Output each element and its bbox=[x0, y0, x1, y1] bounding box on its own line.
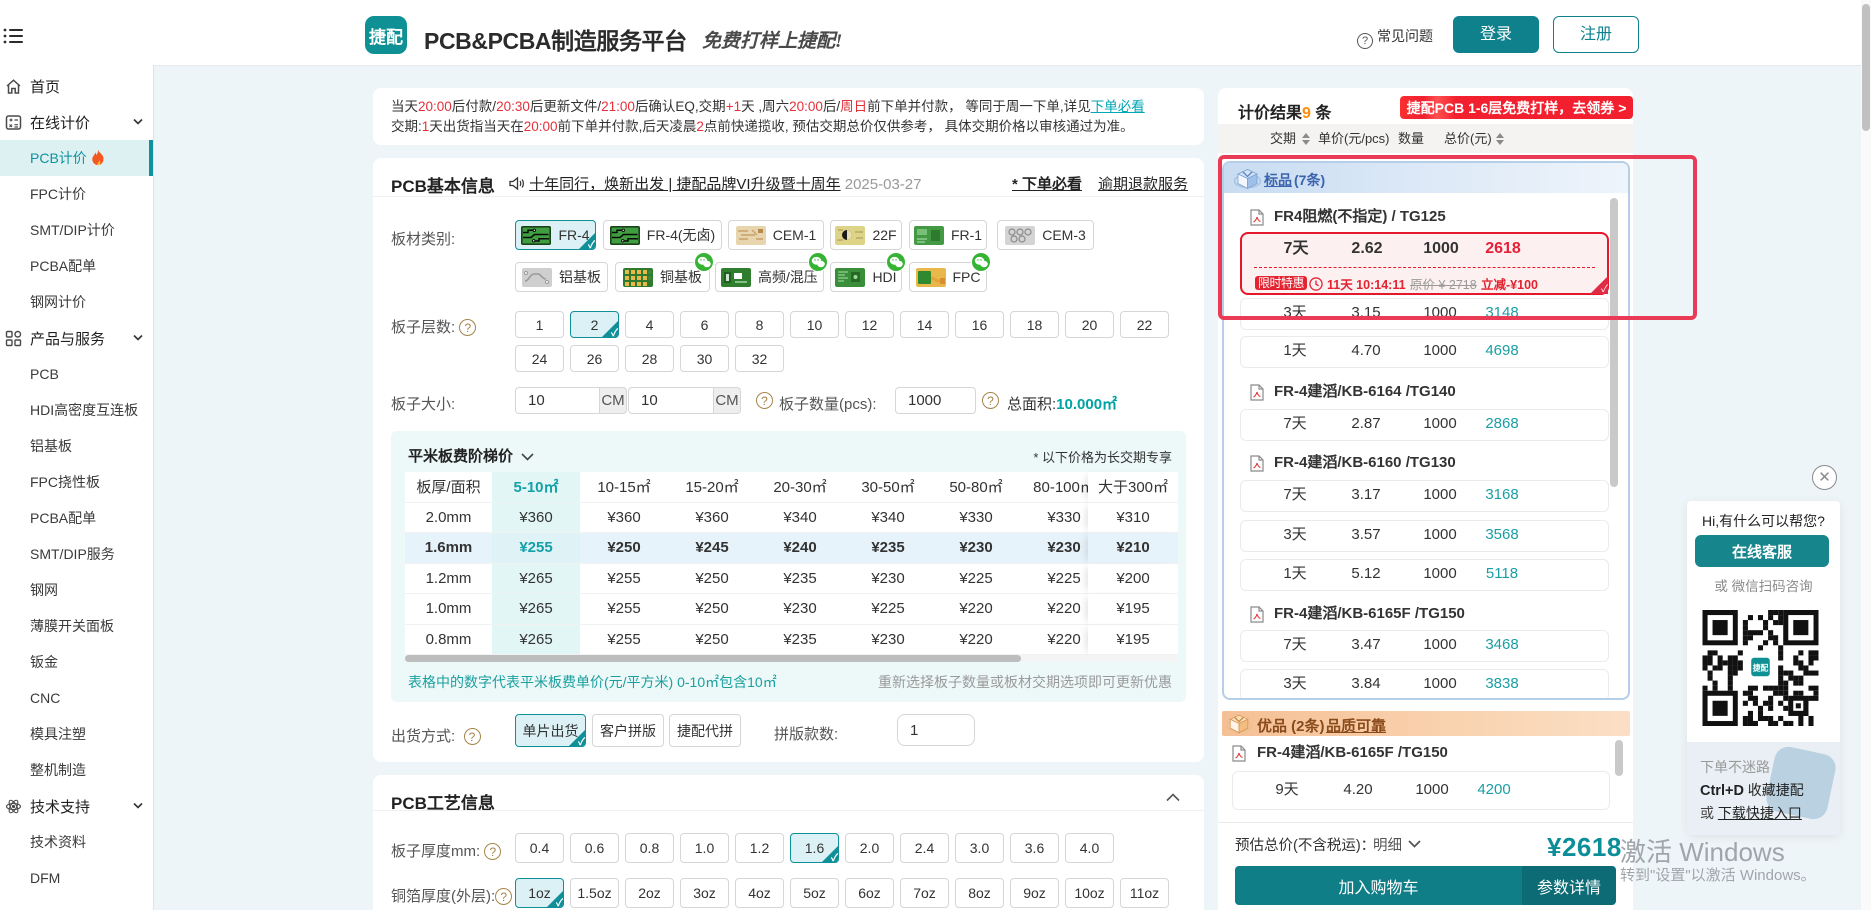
svg-text:捷配: 捷配 bbox=[1753, 662, 1769, 672]
